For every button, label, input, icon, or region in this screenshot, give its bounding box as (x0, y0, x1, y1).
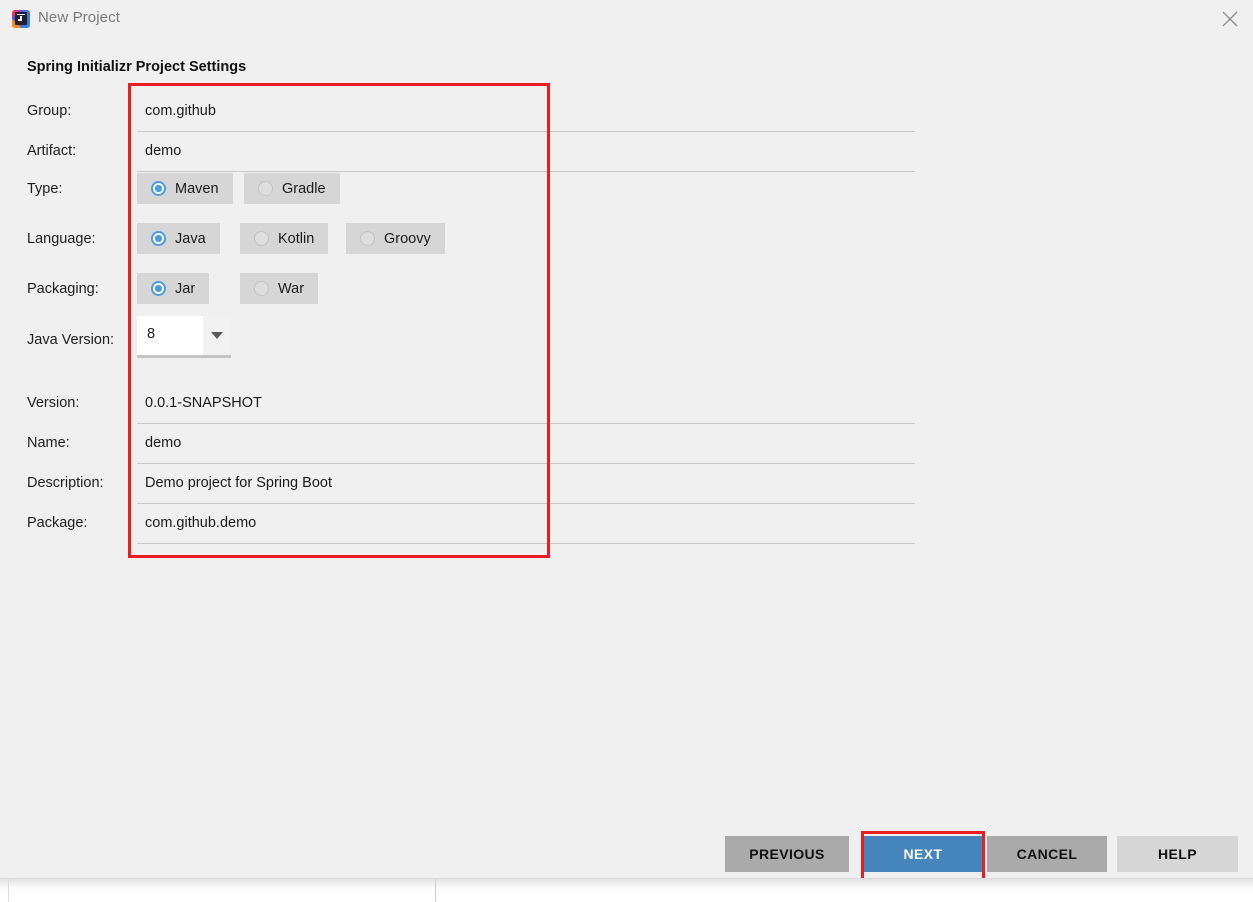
help-button[interactable]: HELP (1117, 836, 1238, 872)
form-row-package: Package: com.github.demo (0, 495, 1253, 535)
description-label: Description: (27, 475, 104, 491)
form-row-language: Language: Java Kotlin Groovy (0, 220, 1253, 260)
radio-unselected-icon (360, 231, 375, 246)
radio-label: Maven (175, 181, 219, 197)
java-version-value: 8 (147, 326, 155, 342)
radio-language-java[interactable]: Java (137, 223, 220, 254)
form-row-description: Description: Demo project for Spring Boo… (0, 455, 1253, 495)
type-label: Type: (27, 181, 62, 197)
version-label: Version: (27, 395, 79, 411)
radio-unselected-icon (258, 181, 273, 196)
radio-selected-icon (151, 181, 166, 196)
package-value: com.github.demo (145, 515, 256, 531)
radio-label: Jar (175, 281, 195, 297)
language-label: Language: (27, 231, 96, 247)
page-title: Spring Initializr Project Settings (27, 59, 246, 75)
radio-unselected-icon (254, 281, 269, 296)
radio-language-kotlin[interactable]: Kotlin (240, 223, 328, 254)
name-value: demo (145, 435, 181, 451)
form-row-version: Version: 0.0.1-SNAPSHOT (0, 375, 1253, 415)
radio-label: Gradle (282, 181, 326, 197)
version-value: 0.0.1-SNAPSHOT (145, 395, 262, 411)
radio-packaging-war[interactable]: War (240, 273, 318, 304)
form-row-type: Type: Maven Gradle (0, 170, 1253, 210)
radio-packaging-jar[interactable]: Jar (137, 273, 209, 304)
form-row-java-version: Java Version: 8 (0, 316, 1253, 366)
radio-unselected-icon (254, 231, 269, 246)
radio-label: Java (175, 231, 206, 247)
packaging-label: Packaging: (27, 281, 99, 297)
radio-label: War (278, 281, 304, 297)
chevron-down-icon[interactable] (203, 316, 231, 355)
package-field[interactable]: com.github.demo (137, 506, 915, 544)
form-row-name: Name: demo (0, 415, 1253, 455)
artifact-field[interactable]: demo (137, 134, 915, 172)
status-bar (0, 878, 1253, 902)
form-row-packaging: Packaging: Jar War (0, 270, 1253, 310)
radio-type-maven[interactable]: Maven (137, 173, 233, 204)
description-value: Demo project for Spring Boot (145, 475, 332, 491)
title-bar: New Project (0, 0, 1253, 38)
name-label: Name: (27, 435, 70, 451)
radio-label: Kotlin (278, 231, 314, 247)
group-value: com.github (145, 103, 216, 119)
radio-label: Groovy (384, 231, 431, 247)
intellij-idea-icon (12, 10, 30, 28)
radio-type-gradle[interactable]: Gradle (244, 173, 340, 204)
status-divider (435, 879, 436, 902)
package-label: Package: (27, 515, 87, 531)
java-version-label: Java Version: (27, 332, 114, 348)
radio-language-groovy[interactable]: Groovy (346, 223, 445, 254)
java-version-select[interactable]: 8 (137, 316, 231, 355)
radio-selected-icon (151, 281, 166, 296)
artifact-label: Artifact: (27, 143, 76, 159)
previous-button[interactable]: PREVIOUS (725, 836, 849, 872)
field-underline (137, 543, 915, 544)
status-divider (8, 879, 9, 902)
field-underline (137, 355, 231, 358)
radio-selected-icon (151, 231, 166, 246)
form-row-group: Group: com.github (0, 83, 1253, 123)
artifact-value: demo (145, 143, 181, 159)
group-label: Group: (27, 103, 71, 119)
next-button[interactable]: NEXT (863, 836, 983, 872)
close-icon[interactable] (1207, 0, 1253, 34)
form-row-artifact: Artifact: demo (0, 123, 1253, 163)
cancel-button[interactable]: CANCEL (987, 836, 1107, 872)
window-title: New Project (38, 9, 120, 26)
